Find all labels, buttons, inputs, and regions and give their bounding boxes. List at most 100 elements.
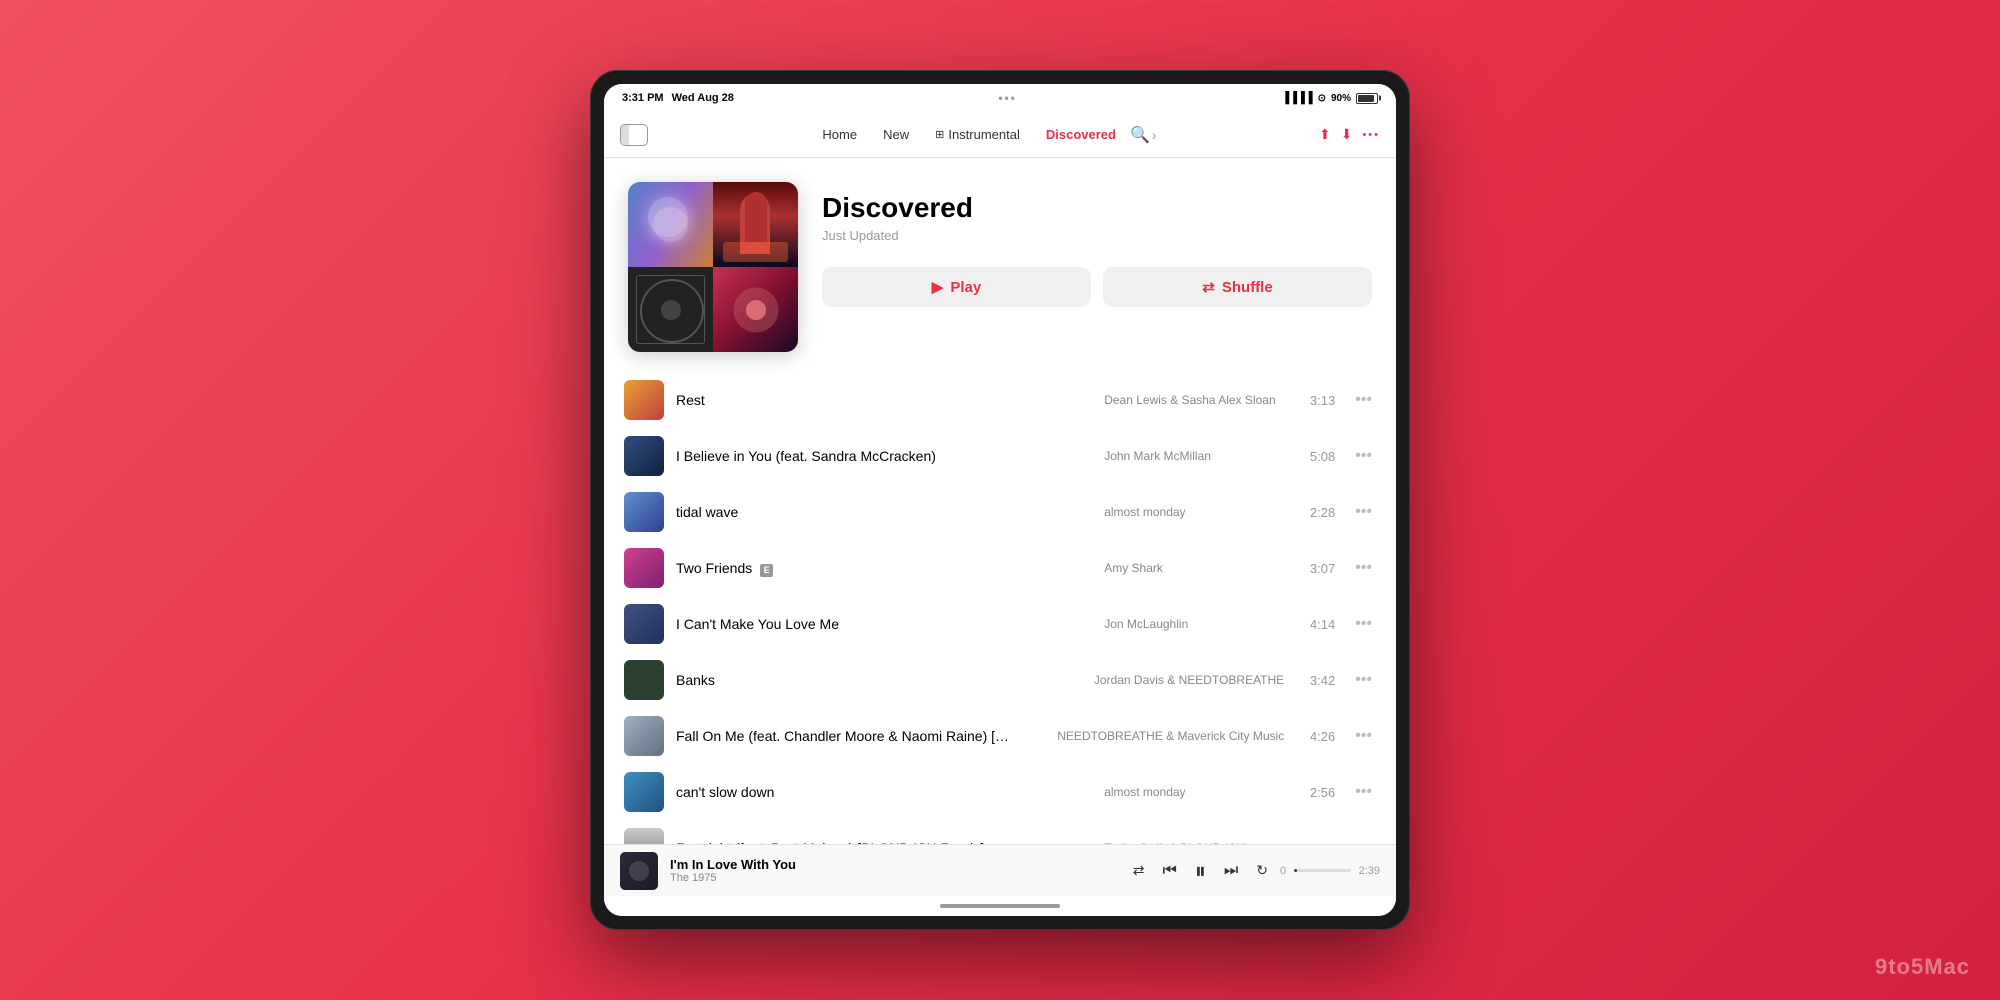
download-button[interactable]: ⬇ <box>1341 126 1353 143</box>
now-playing-controls: ⇄ ⏮ ⏸ ⏭ ↻ <box>1133 858 1268 884</box>
track-row[interactable]: tidal wave almost monday 2:28 ••• <box>614 484 1386 540</box>
track-meta: Jon McLaughlin 4:14 ••• <box>1104 615 1376 633</box>
pause-button[interactable]: ⏸ <box>1195 858 1206 884</box>
status-bar: 3:31 PM Wed Aug 28 ••• ▐▐▐▐ ⊙ 90% <box>604 84 1396 112</box>
track-artist: Amy Shark <box>1104 561 1284 575</box>
track-meta: Jordan Davis & NEEDTOBREATHE 3:42 ••• <box>1094 671 1376 689</box>
playlist-info: Discovered Just Updated ▶ Play ⇄ Shuffle <box>822 182 1372 327</box>
track-meta: NEEDTOBREATHE & Maverick City Music 4:26… <box>1057 727 1376 745</box>
track-name: I Can't Make You Love Me <box>676 616 1092 632</box>
track-name: Rest <box>676 392 1092 408</box>
time-elapsed: 0 <box>1280 865 1286 877</box>
track-name: Fall On Me (feat. Chandler Moore & Naomi… <box>676 728 1016 744</box>
wifi-icon: ⊙ <box>1318 93 1326 104</box>
progress-bar[interactable] <box>1294 869 1350 872</box>
shuffle-icon: ⇄ <box>1202 278 1215 296</box>
tab-home[interactable]: Home <box>810 122 869 147</box>
track-row[interactable]: Fall On Me (feat. Chandler Moore & Naomi… <box>614 708 1386 764</box>
now-playing-artist: The 1975 <box>670 872 1121 884</box>
track-artwork <box>624 660 664 700</box>
track-info: Two Friends E <box>676 560 1092 577</box>
track-more-button[interactable]: ••• <box>1351 391 1376 409</box>
track-artwork <box>624 604 664 644</box>
previous-button[interactable]: ⏮ <box>1162 862 1176 880</box>
track-more-button[interactable]: ••• <box>1351 503 1376 521</box>
shuffle-button[interactable]: ⇄ Shuffle <box>1103 267 1372 307</box>
track-info: Fall On Me (feat. Chandler Moore & Naomi… <box>676 728 1045 744</box>
track-artist: Jordan Davis & NEEDTOBREATHE <box>1094 673 1284 687</box>
now-playing-info: I'm In Love With You The 1975 <box>670 857 1121 884</box>
tab-new[interactable]: New <box>871 122 921 147</box>
track-duration: 2:28 <box>1300 505 1335 520</box>
playlist-header: Discovered Just Updated ▶ Play ⇄ Shuffle <box>604 158 1396 372</box>
more-options-button[interactable]: ••• <box>1362 129 1380 141</box>
ipad-frame: 3:31 PM Wed Aug 28 ••• ▐▐▐▐ ⊙ 90% Home N <box>590 70 1410 930</box>
track-info: Rest <box>676 392 1092 408</box>
now-playing-bar[interactable]: I'm In Love With You The 1975 ⇄ ⏮ ⏸ ⏭ ↻ … <box>604 844 1396 896</box>
shuffle-ctrl-button[interactable]: ⇄ <box>1133 862 1145 879</box>
track-info: can't slow down <box>676 784 1092 800</box>
tab-instrumental[interactable]: ⊞ Instrumental <box>923 122 1032 147</box>
track-meta: Dean Lewis & Sasha Alex Sloan 3:13 ••• <box>1104 391 1376 409</box>
instrumental-grid-icon: ⊞ <box>935 128 944 141</box>
home-indicator <box>604 896 1396 916</box>
repeat-button[interactable]: ↻ <box>1256 862 1268 879</box>
nav-actions: ⬆ ⬇ ••• <box>1319 126 1380 143</box>
track-list: Rest Dean Lewis & Sasha Alex Sloan 3:13 … <box>604 372 1396 844</box>
main-content: Discovered Just Updated ▶ Play ⇄ Shuffle <box>604 158 1396 844</box>
artwork-tile-3 <box>628 267 713 352</box>
track-duration: 3:42 <box>1300 673 1335 688</box>
track-artwork <box>624 436 664 476</box>
ipad-screen: 3:31 PM Wed Aug 28 ••• ▐▐▐▐ ⊙ 90% Home N <box>604 84 1396 916</box>
track-name: Two Friends E <box>676 560 1092 577</box>
track-duration: 2:56 <box>1300 785 1335 800</box>
track-row[interactable]: Fortnight (feat. Post Malone) [BLOND:ISH… <box>614 820 1386 844</box>
track-more-button[interactable]: ••• <box>1351 783 1376 801</box>
track-row[interactable]: Two Friends E Amy Shark 3:07 ••• <box>614 540 1386 596</box>
home-bar <box>940 904 1060 908</box>
track-info: I Can't Make You Love Me <box>676 616 1092 632</box>
track-info: I Believe in You (feat. Sandra McCracken… <box>676 448 1092 464</box>
upload-button[interactable]: ⬆ <box>1319 126 1331 143</box>
play-label: Play <box>950 279 981 296</box>
track-row[interactable]: I Believe in You (feat. Sandra McCracken… <box>614 428 1386 484</box>
battery-icon <box>1356 93 1378 104</box>
track-row[interactable]: Banks Jordan Davis & NEEDTOBREATHE 3:42 … <box>614 652 1386 708</box>
sidebar-icon-right <box>629 125 647 145</box>
search-icon[interactable]: 🔍 <box>1130 125 1150 145</box>
track-meta: John Mark McMillan 5:08 ••• <box>1104 447 1376 465</box>
shuffle-label: Shuffle <box>1222 279 1273 296</box>
chevron-right-icon[interactable]: › <box>1152 127 1157 143</box>
artwork-tile-2 <box>713 182 798 267</box>
sidebar-icon-left <box>621 125 629 145</box>
tab-discovered[interactable]: Discovered <box>1034 122 1128 147</box>
play-button[interactable]: ▶ Play <box>822 267 1091 307</box>
track-duration: 3:13 <box>1300 393 1335 408</box>
play-icon: ▶ <box>932 278 944 296</box>
nav-dots-center: ••• <box>998 91 1017 105</box>
track-row[interactable]: I Can't Make You Love Me Jon McLaughlin … <box>614 596 1386 652</box>
track-more-button[interactable]: ••• <box>1351 559 1376 577</box>
sidebar-toggle-button[interactable] <box>620 124 648 146</box>
watermark: 9to5Mac <box>1875 954 1970 980</box>
track-name: can't slow down <box>676 784 1092 800</box>
track-artist: John Mark McMillan <box>1104 449 1284 463</box>
track-more-button[interactable]: ••• <box>1351 447 1376 465</box>
track-row[interactable]: Rest Dean Lewis & Sasha Alex Sloan 3:13 … <box>614 372 1386 428</box>
track-artwork <box>624 772 664 812</box>
track-artwork <box>624 548 664 588</box>
track-duration: 4:26 <box>1300 729 1335 744</box>
playlist-artwork <box>628 182 798 352</box>
battery-fill <box>1358 95 1374 102</box>
track-row[interactable]: can't slow down almost monday 2:56 ••• <box>614 764 1386 820</box>
track-more-button[interactable]: ••• <box>1351 727 1376 745</box>
playlist-title: Discovered <box>822 192 1372 224</box>
artwork-tile-1 <box>628 182 713 267</box>
track-name: I Believe in You (feat. Sandra McCracken… <box>676 448 1092 464</box>
next-button[interactable]: ⏭ <box>1224 862 1238 880</box>
date-display: Wed Aug 28 <box>672 92 734 104</box>
track-name: Banks <box>676 672 1082 688</box>
track-artist: Dean Lewis & Sasha Alex Sloan <box>1104 393 1284 407</box>
track-more-button[interactable]: ••• <box>1351 615 1376 633</box>
track-more-button[interactable]: ••• <box>1351 671 1376 689</box>
